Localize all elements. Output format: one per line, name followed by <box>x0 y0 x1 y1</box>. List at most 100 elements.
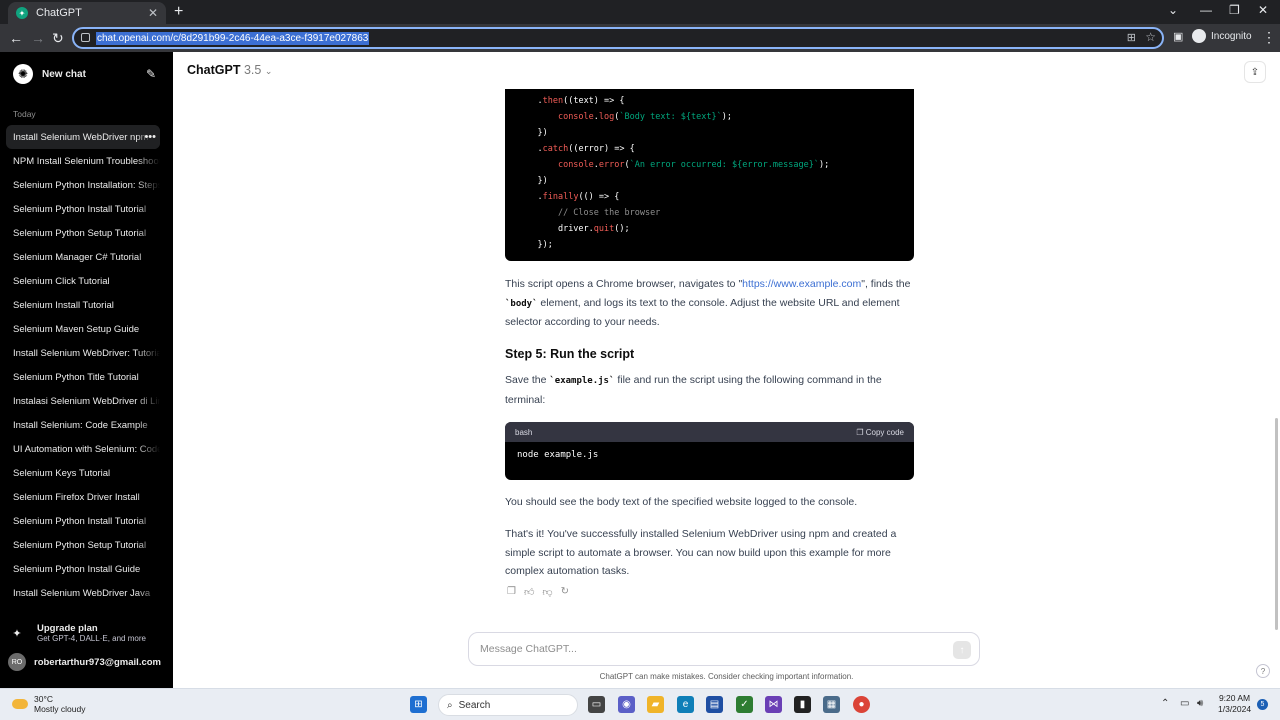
code-block-header: bash ❐ Copy code <box>505 422 914 442</box>
forward-icon[interactable]: → <box>31 30 45 46</box>
incognito-label: Incognito <box>1211 30 1252 42</box>
chat-item[interactable]: Selenium Maven Setup Guide <box>6 317 160 341</box>
site-info-icon[interactable] <box>81 33 90 42</box>
bookmark-star-icon[interactable]: ☆ <box>1145 30 1156 44</box>
chat-item-label: Install Selenium WebDriver npm <box>13 131 149 143</box>
file-explorer-icon[interactable]: ▰ <box>647 696 664 713</box>
code-token: error <box>598 160 625 170</box>
chrome-icon[interactable]: ● <box>853 696 870 713</box>
weather-widget[interactable]: 30°C Mostly cloudy <box>12 694 86 714</box>
section-today-heading: Today <box>13 109 36 119</box>
chat-item[interactable]: Instalasi Selenium WebDriver di Linux <box>6 389 160 413</box>
side-panel-icon[interactable]: ▣ <box>1173 30 1183 43</box>
openai-logo-icon: ✺ <box>13 64 33 84</box>
upgrade-title: Upgrade plan <box>37 623 98 634</box>
new-chat-button[interactable]: ✺ New chat ✎ <box>8 60 160 88</box>
inline-code: `body` <box>505 298 538 309</box>
install-app-icon[interactable]: ⊞ <box>1127 31 1136 44</box>
copy-code-button[interactable]: ❐ Copy code <box>856 428 904 437</box>
network-icon[interactable]: ▭ <box>1180 698 1189 709</box>
notification-badge[interactable]: 5 <box>1257 699 1268 710</box>
back-icon[interactable]: ← <box>9 30 23 46</box>
chat-item-label: Selenium Python Setup Tutorial <box>13 539 147 551</box>
code-line: console.log(`Body text: ${text}`); <box>505 109 914 125</box>
chat-item-label: Selenium Click Tutorial <box>13 275 110 287</box>
close-tab-icon[interactable]: ✕ <box>148 6 158 20</box>
terminal-icon[interactable]: ▮ <box>794 696 811 713</box>
clock-time: 9:20 AM <box>1218 693 1251 703</box>
chat-item[interactable]: Selenium Keys Tutorial <box>6 461 160 485</box>
new-chat-edit-icon[interactable]: ✎ <box>146 67 156 81</box>
new-chat-label: New chat <box>42 68 86 80</box>
chat-item-label: Selenium Python Title Tutorial <box>13 371 139 383</box>
code-token: ((text) => { <box>563 96 625 106</box>
store-icon[interactable]: ▤ <box>706 696 723 713</box>
chat-item[interactable]: Selenium Python Installation: Steps <box>6 173 160 197</box>
scrollbar[interactable] <box>1275 418 1278 630</box>
regenerate-icon[interactable]: ↻ <box>561 586 569 598</box>
model-version: 3.5 <box>243 63 262 77</box>
system-clock[interactable]: 9:20 AM 1/3/2024 <box>1218 693 1251 715</box>
chat-item[interactable]: Selenium Python Install Guide <box>6 557 160 581</box>
thumbs-down-icon[interactable]: 👎︎ <box>542 586 552 598</box>
windows-start-icon[interactable]: ⊞ <box>410 696 427 713</box>
chat-item[interactable]: UI Automation with Selenium: Code <box>6 437 160 461</box>
chat-item[interactable]: Selenium Python Setup Tutorial <box>6 533 160 557</box>
user-menu-button[interactable]: RO robertarthur973@gmail.com <box>8 651 168 673</box>
help-button[interactable]: ? <box>1256 664 1270 678</box>
chat-item[interactable]: Selenium Python Install Tutorial <box>6 509 160 533</box>
chat-item[interactable]: Selenium Click Tutorial <box>6 269 160 293</box>
message-paragraph: That's it! You've successfully installed… <box>505 528 897 577</box>
chat-item[interactable]: Install Selenium: Code Example <box>6 413 160 437</box>
new-tab-icon[interactable]: + <box>174 3 183 21</box>
chat-item[interactable]: Selenium Python Setup Tutorial <box>6 221 160 245</box>
browser-menu-icon[interactable]: ⋮ <box>1262 29 1276 46</box>
reload-icon[interactable]: ↻ <box>52 30 64 47</box>
chat-item[interactable]: Selenium Manager C# Tutorial <box>6 245 160 269</box>
edge-browser-icon[interactable]: e <box>677 696 694 713</box>
chat-history-list: Install Selenium WebDriver npm ••• NPM In… <box>6 125 160 605</box>
chat-item-label: Install Selenium WebDriver Java <box>13 587 151 599</box>
send-button[interactable]: ↑ <box>953 641 971 659</box>
restore-icon[interactable]: ❐ <box>1229 3 1240 17</box>
chat-item[interactable]: Selenium Python Title Tutorial <box>6 365 160 389</box>
tab-search-icon[interactable]: ⌄ <box>1168 3 1178 17</box>
volume-icon[interactable]: 🔊︎ <box>1197 698 1203 709</box>
windows-taskbar: 30°C Mostly cloudy ⊞ ⌕ Search ▭ ◉ ▰ e ▤ … <box>0 688 1280 720</box>
chat-app-icon[interactable]: ◉ <box>618 696 635 713</box>
model-selector[interactable]: ChatGPT 3.5 ⌄ <box>187 63 272 77</box>
browser-tab[interactable]: ✦ ChatGPT ✕ <box>8 2 166 24</box>
code-token: console <box>557 112 594 122</box>
app-icon[interactable]: ✓ <box>736 696 753 713</box>
chat-item[interactable]: NPM Install Selenium Troubleshooting <box>6 149 160 173</box>
upgrade-plan-button[interactable]: ✦ Upgrade plan Get GPT-4, DALL·E, and mo… <box>8 620 160 646</box>
chat-item-label: Instalasi Selenium WebDriver di Linux <box>13 395 160 407</box>
chat-item[interactable]: Install Selenium WebDriver Java <box>6 581 160 605</box>
incognito-indicator[interactable]: Incognito <box>1192 29 1252 43</box>
thumbs-up-icon[interactable]: 👍︎ <box>524 586 534 598</box>
example-link[interactable]: https://www.example.com <box>742 278 861 290</box>
message-input[interactable]: Message ChatGPT... ↑ <box>468 632 980 666</box>
code-token: (() => { <box>578 192 620 202</box>
show-hidden-icons-icon[interactable]: ⌃ <box>1161 698 1169 709</box>
chat-item-label: Selenium Python Install Tutorial <box>13 515 147 527</box>
task-view-icon[interactable]: ▭ <box>588 696 605 713</box>
chat-item[interactable]: Selenium Firefox Driver Install <box>6 485 160 509</box>
app-icon[interactable]: ▦ <box>823 696 840 713</box>
copy-icon[interactable]: ❐ <box>507 586 516 598</box>
share-button[interactable]: ⇪ <box>1244 61 1266 83</box>
url-field[interactable]: chat.openai.com/c/8d291b99-2c46-44ea-a3c… <box>72 27 1164 49</box>
sidebar: ✺ New chat ✎ Today Install Selenium WebD… <box>0 52 173 688</box>
code-token: console <box>557 160 594 170</box>
taskbar-search[interactable]: ⌕ Search <box>438 694 578 716</box>
chat-item[interactable]: Selenium Python Install Tutorial <box>6 197 160 221</box>
chat-item[interactable]: Install Selenium WebDriver npm ••• <box>6 125 160 149</box>
chat-item-label: Selenium Firefox Driver Install <box>13 491 140 503</box>
minimize-icon[interactable]: — <box>1200 3 1212 17</box>
close-window-icon[interactable]: ✕ <box>1258 3 1268 17</box>
chat-item[interactable]: Selenium Install Tutorial <box>6 293 160 317</box>
chat-item[interactable]: Install Selenium WebDriver: Tutorial <box>6 341 160 365</box>
code-token: catch <box>542 144 569 154</box>
more-options-icon[interactable]: ••• <box>144 131 156 143</box>
vscode-icon[interactable]: ⋈ <box>765 696 782 713</box>
